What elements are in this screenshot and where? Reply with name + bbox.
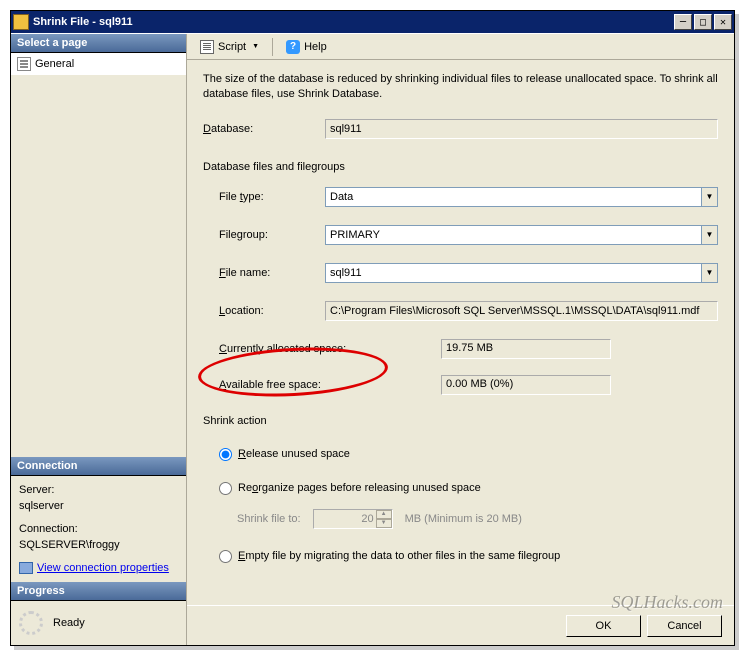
server-label: Server: xyxy=(19,482,178,499)
right-panel: Script ▼ ? Help The size of the database… xyxy=(187,34,734,645)
progress-status: Ready xyxy=(53,617,85,629)
filename-field[interactable] xyxy=(325,263,701,283)
filetype-field[interactable] xyxy=(325,187,701,207)
filegroup-dropdown-button[interactable]: ▼ xyxy=(701,225,718,245)
minimize-button[interactable]: ─ xyxy=(674,14,692,30)
radio-reorganize-row[interactable]: Reorganize pages before releasing unused… xyxy=(219,481,718,495)
page-general[interactable]: General xyxy=(11,53,186,75)
dialog-window: Shrink File - sql911 ─ □ ✕ Select a page… xyxy=(10,10,735,646)
radio-reorganize[interactable] xyxy=(219,482,232,495)
connection-body: Server: sqlserver Connection: SQLSERVER\… xyxy=(11,476,186,583)
script-icon xyxy=(200,40,214,54)
description: The size of the database is reduced by s… xyxy=(203,72,718,103)
radio-release-label: Release unused space xyxy=(238,448,350,460)
filetype-combo[interactable]: ▼ xyxy=(325,187,718,207)
filename-combo[interactable]: ▼ xyxy=(325,263,718,283)
view-connection-label: View connection properties xyxy=(37,560,169,577)
shrink-to-suffix: MB (Minimum is 20 MB) xyxy=(405,513,522,525)
spinner-icon xyxy=(19,611,43,635)
shrink-to-row: Shrink file to: 20 ▲ ▼ MB (Minimum is 20… xyxy=(237,509,718,529)
radio-empty-row[interactable]: Empty file by migrating the data to othe… xyxy=(219,549,718,563)
available-label: Available free space: xyxy=(219,379,441,391)
chevron-down-icon: ▼ xyxy=(252,43,259,50)
shrink-to-spinner: 20 ▲ ▼ xyxy=(313,509,393,529)
watermark: SQLHacks.com xyxy=(612,592,723,613)
shrink-to-label: Shrink file to: xyxy=(237,513,301,525)
connection-label: Connection: xyxy=(19,521,178,538)
spinner-up: ▲ xyxy=(376,510,392,519)
filegroup-field[interactable] xyxy=(325,225,701,245)
separator xyxy=(272,38,273,56)
shrink-to-value: 20 xyxy=(361,513,373,525)
help-label: Help xyxy=(304,41,327,53)
connection-value: SQLSERVER\froggy xyxy=(19,537,178,554)
page-general-label: General xyxy=(35,58,74,70)
filetype-label: File type: xyxy=(219,191,325,203)
location-field xyxy=(325,301,718,321)
allocated-label: Currently allocated space: xyxy=(219,343,441,355)
ok-button[interactable]: OK xyxy=(566,615,641,637)
left-panel: Select a page General Connection Server:… xyxy=(11,34,187,645)
radio-empty[interactable] xyxy=(219,550,232,563)
titlebar[interactable]: Shrink File - sql911 ─ □ ✕ xyxy=(11,11,734,33)
window-title: Shrink File - sql911 xyxy=(33,16,674,28)
radio-release-row[interactable]: Release unused space xyxy=(219,447,718,461)
radio-release[interactable] xyxy=(219,448,232,461)
select-page-header: Select a page xyxy=(11,34,186,53)
close-button[interactable]: ✕ xyxy=(714,14,732,30)
filename-label: File name: xyxy=(219,267,325,279)
location-label: Location: xyxy=(219,305,325,317)
server-value: sqlserver xyxy=(19,498,178,515)
cancel-button[interactable]: Cancel xyxy=(647,615,722,637)
allocated-value: 19.75 MB xyxy=(441,339,611,359)
shrink-action-label: Shrink action xyxy=(203,415,718,427)
spinner-down: ▼ xyxy=(376,519,392,528)
toolbar: Script ▼ ? Help xyxy=(187,34,734,60)
database-field xyxy=(325,119,718,139)
available-value: 0.00 MB (0%) xyxy=(441,375,611,395)
help-button[interactable]: ? Help xyxy=(279,37,334,57)
script-label: Script xyxy=(218,41,246,53)
script-button[interactable]: Script ▼ xyxy=(193,37,266,57)
radio-reorganize-label: Reorganize pages before releasing unused… xyxy=(238,482,481,494)
connection-icon xyxy=(19,562,33,574)
view-connection-link[interactable]: View connection properties xyxy=(19,560,178,577)
database-label: Database: xyxy=(203,123,325,135)
filetype-dropdown-button[interactable]: ▼ xyxy=(701,187,718,207)
progress-body: Ready xyxy=(11,601,186,645)
app-icon xyxy=(13,14,29,30)
progress-header: Progress xyxy=(11,582,186,601)
radio-empty-label: Empty file by migrating the data to othe… xyxy=(238,550,560,562)
maximize-button[interactable]: □ xyxy=(694,14,712,30)
help-icon: ? xyxy=(286,40,300,54)
filegroup-label: Filegroup: xyxy=(219,229,325,241)
connection-header: Connection xyxy=(11,457,186,476)
page-icon xyxy=(17,57,31,71)
db-files-label: Database files and filegroups xyxy=(203,161,718,173)
filegroup-combo[interactable]: ▼ xyxy=(325,225,718,245)
filename-dropdown-button[interactable]: ▼ xyxy=(701,263,718,283)
